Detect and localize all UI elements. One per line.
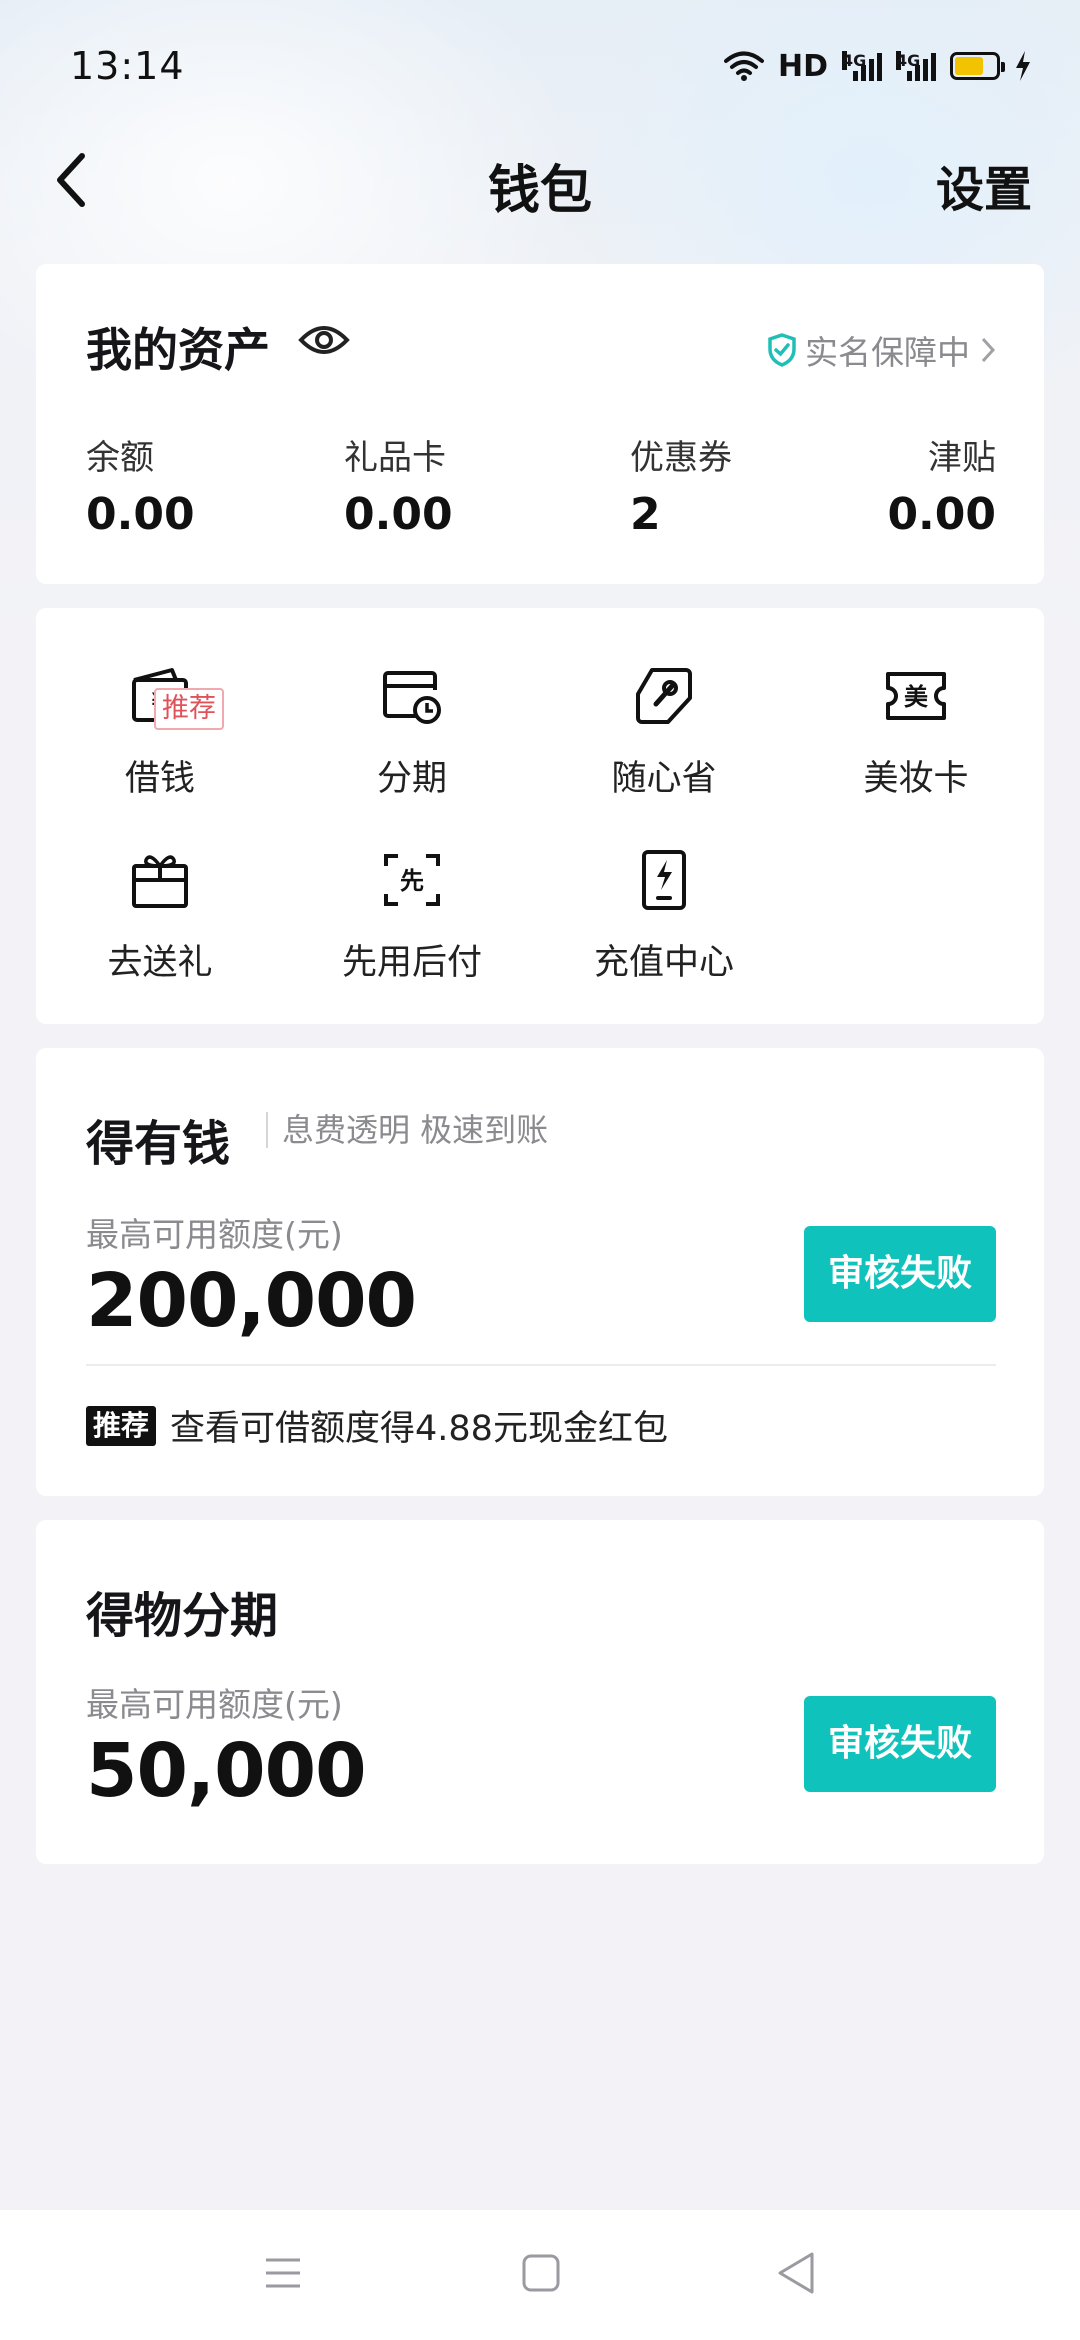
recommendation-banner[interactable]: 推荐 查看可借额度得4.88元现金红包 (86, 1400, 668, 1451)
service-label: 去送礼 (107, 943, 213, 983)
back-triangle-icon[interactable] (772, 2248, 822, 2298)
svg-text:美: 美 (904, 683, 928, 711)
asset-value: 0.00 (887, 489, 996, 540)
recommendation-text: 查看可借额度得4.88元现金红包 (170, 1409, 668, 1449)
quota-value: 200,000 (86, 1258, 417, 1344)
signal-icon: 4G (842, 51, 882, 81)
menu-icon[interactable] (258, 2248, 308, 2298)
asset-gift-card[interactable]: 礼品卡 0.00 (344, 430, 453, 540)
quota-label: 最高可用额度(元) (86, 1685, 343, 1724)
status-time: 13:14 (70, 44, 185, 88)
installment-title: 得物分期 (86, 1588, 279, 1644)
service-recharge[interactable]: 充值中心 (544, 848, 784, 985)
assets-card: 我的资产 实名保障中 余额 0.00 礼品卡 0.00 优惠券 2 津贴 0.0… (36, 264, 1044, 584)
review-failed-button[interactable]: 审核失败 (804, 1226, 996, 1322)
service-label: 充值中心 (593, 943, 734, 983)
battery-icon (950, 52, 1005, 80)
system-nav-bar (0, 2210, 1080, 2340)
service-label: 美妆卡 (863, 759, 969, 799)
eye-icon[interactable] (298, 322, 350, 358)
recommend-badge: 推荐 (86, 1405, 157, 1446)
loan-title: 得有钱 (86, 1116, 231, 1172)
asset-balance[interactable]: 余额 0.00 (86, 430, 195, 540)
coupon-tag-icon (636, 668, 692, 724)
shield-icon (768, 333, 796, 367)
asset-label: 津贴 (928, 438, 996, 478)
service-label: 先用后付 (341, 943, 482, 983)
calendar-clock-icon (383, 671, 441, 724)
asset-label: 优惠券 (630, 438, 732, 478)
asset-label: 余额 (86, 438, 154, 478)
loan-card[interactable]: 得有钱 息费透明 极速到账 最高可用额度(元) 200,000 审核失败 推荐 … (36, 1048, 1044, 1496)
service-label: 借钱 (124, 759, 195, 799)
beauty-ticket-icon: 美 (886, 672, 946, 720)
loan-subtitle: 息费透明 极速到账 (266, 1112, 548, 1148)
settings-button[interactable]: 设置 (936, 150, 1032, 220)
gift-box-icon (132, 855, 188, 908)
wifi-icon (723, 51, 764, 81)
review-failed-button[interactable]: 审核失败 (804, 1696, 996, 1792)
quota-label: 最高可用额度(元) (86, 1215, 343, 1254)
service-gift[interactable]: 去送礼 (40, 848, 280, 985)
service-pay-later[interactable]: 先 先用后付 (292, 848, 532, 985)
service-beauty-card[interactable]: 美 美妆卡 (796, 664, 1036, 801)
realname-protection-link[interactable]: 实名保障中 (767, 326, 998, 374)
quota-value: 50,000 (86, 1728, 367, 1814)
services-card: ¥ 借钱 推荐 分期 随心省 美 美妆卡 (36, 608, 1044, 1024)
service-label: 分期 (376, 759, 447, 799)
charging-icon (1016, 51, 1030, 81)
installment-card[interactable]: 得物分期 最高可用额度(元) 50,000 审核失败 (36, 1520, 1044, 1864)
asset-value: 2 (630, 489, 661, 540)
signal-icon: 4G (896, 51, 936, 81)
service-installment[interactable]: 分期 (292, 664, 532, 801)
service-save[interactable]: 随心省 (544, 664, 784, 801)
realname-label: 实名保障中 (805, 333, 970, 372)
home-icon[interactable] (516, 2248, 566, 2298)
asset-value: 0.00 (344, 489, 453, 540)
asset-allowance[interactable]: 津贴 0.00 (887, 430, 996, 540)
asset-label: 礼品卡 (344, 438, 446, 478)
pay-later-icon: 先 (384, 854, 440, 906)
svg-text:先: 先 (400, 867, 424, 895)
service-borrow[interactable]: ¥ 借钱 推荐 (40, 664, 280, 801)
asset-value: 0.00 (86, 489, 195, 540)
assets-title: 我的资产 (86, 323, 270, 377)
divider (86, 1364, 996, 1366)
asset-coupon[interactable]: 优惠券 2 (630, 430, 732, 540)
recommend-tag: 推荐 (154, 688, 224, 730)
service-label: 随心省 (611, 759, 717, 799)
status-bar: 13:14 HD 4G 4G (0, 0, 1080, 128)
chevron-right-icon (981, 337, 996, 363)
phone-charge-icon (642, 850, 686, 910)
network-type: HD (777, 48, 828, 84)
status-icons: HD 4G 4G (723, 44, 1032, 88)
page-title: 钱包 (487, 161, 592, 221)
